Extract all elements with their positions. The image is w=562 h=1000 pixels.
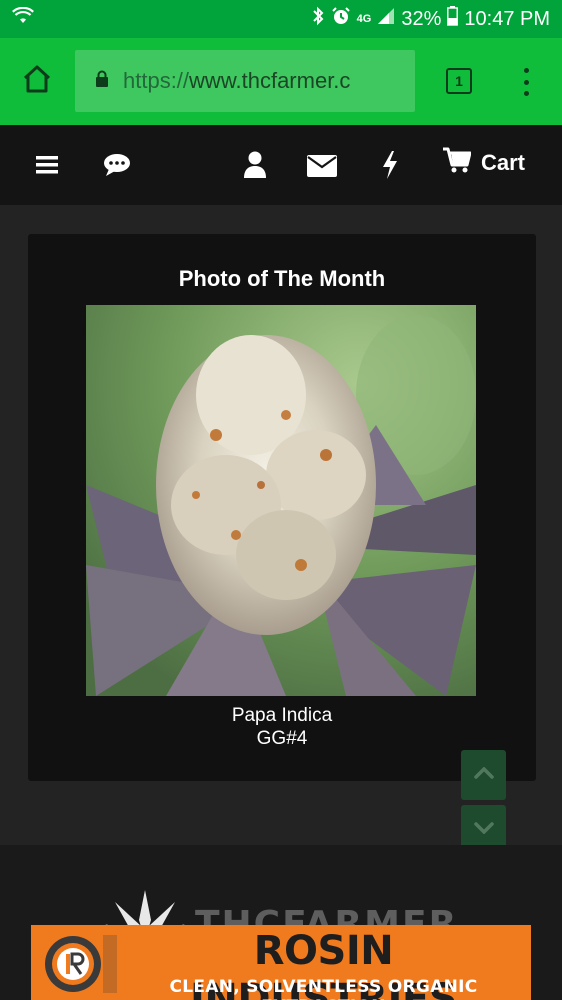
card-title: Photo of The Month <box>178 266 386 291</box>
chevron-up-icon <box>473 766 494 784</box>
photo-caption: Papa Indica GG#4 <box>28 704 536 750</box>
chat-icon[interactable] <box>103 153 131 182</box>
scroll-up-button[interactable] <box>461 750 506 800</box>
site-nav: Cart <box>0 125 562 205</box>
tab-count: 1 <box>455 73 463 89</box>
url-host: www.thcfarmer.c <box>189 68 351 93</box>
cart-icon <box>443 147 472 179</box>
ad-banner[interactable]: ROSIN INDUSTRIES CLEAN, SOLVENTLESS ORGA… <box>31 925 531 1000</box>
network-type-label: 4G <box>356 13 372 25</box>
battery-icon <box>447 6 459 32</box>
wifi-icon <box>12 6 34 31</box>
url-text: https://www.thcfarmer.c <box>123 68 350 94</box>
caption-line-2: GG#4 <box>256 728 308 749</box>
browser-toolbar: https://www.thcfarmer.c 1 <box>0 38 562 125</box>
home-button[interactable] <box>0 38 74 125</box>
mail-icon[interactable] <box>307 155 337 182</box>
signal-icon <box>377 7 395 31</box>
photo-image[interactable] <box>86 305 476 696</box>
url-scheme: https:// <box>123 68 190 93</box>
cart-label: Cart <box>481 150 526 175</box>
chevron-down-icon <box>473 821 494 839</box>
status-bar: 4G 32% 10:47 PM <box>0 0 562 38</box>
bolt-icon[interactable] <box>381 151 399 184</box>
more-vert-icon <box>523 68 529 73</box>
ad-subtitle: CLEAN, SOLVENTLESS ORGANIC EXTRACTION <box>169 977 478 1000</box>
bluetooth-icon <box>311 6 325 32</box>
photo-of-month-card: Photo of The Month Papa Indica GG#4 <box>28 234 536 781</box>
menu-icon[interactable] <box>36 155 58 180</box>
main-content: Photo of The Month Papa Indica GG#4 <box>0 205 562 855</box>
alarm-icon <box>331 6 351 32</box>
ad-logo-icon <box>39 931 119 997</box>
cart-link[interactable]: Cart <box>443 147 525 179</box>
overflow-menu-button[interactable] <box>514 66 538 98</box>
tab-switcher-button[interactable]: 1 <box>446 68 472 94</box>
battery-percent: 32% <box>401 7 442 30</box>
user-icon[interactable] <box>244 151 266 184</box>
lock-icon <box>95 70 109 93</box>
address-bar[interactable]: https://www.thcfarmer.c <box>75 50 415 112</box>
clock-time: 10:47 PM <box>464 7 550 30</box>
home-icon <box>22 64 52 99</box>
caption-line-1: Papa Indica <box>231 705 333 726</box>
